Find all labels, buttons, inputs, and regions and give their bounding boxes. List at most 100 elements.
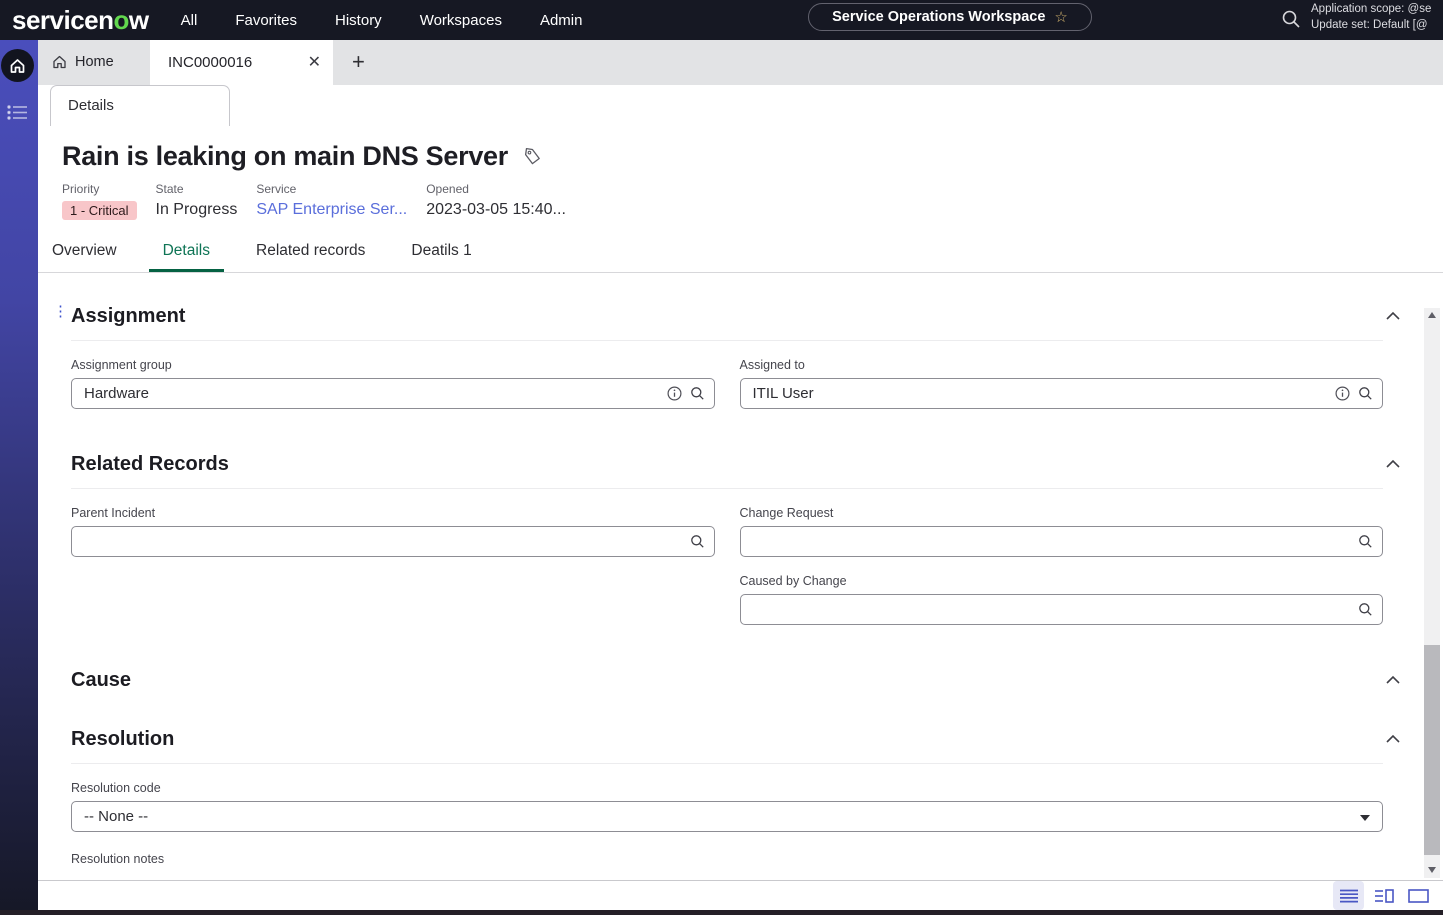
collapse-chevron-icon[interactable] <box>1385 734 1401 744</box>
nav-item-favorites[interactable]: Favorites <box>235 12 297 29</box>
collapse-chevron-icon[interactable] <box>1385 311 1401 321</box>
lookup-search-icon[interactable] <box>690 534 705 549</box>
scrollbar-thumb[interactable] <box>1424 645 1440 855</box>
list-menu-icon <box>7 104 29 121</box>
servicenow-logo[interactable]: servicenow <box>12 5 149 36</box>
parent-incident-input[interactable] <box>71 526 715 557</box>
resolution-code-value: -- None -- <box>84 808 148 825</box>
tab-record-label: INC0000016 <box>168 54 252 71</box>
assignment-group-label: Assignment group <box>71 358 715 372</box>
record-meta: Priority 1 - Critical State In Progress … <box>38 172 1443 220</box>
scroll-up-icon[interactable] <box>1424 308 1440 323</box>
tab-home-label: Home <box>75 54 114 70</box>
collapse-chevron-icon[interactable] <box>1385 459 1401 469</box>
service-link[interactable]: SAP Enterprise Ser... <box>256 201 407 219</box>
caused-by-change-input[interactable] <box>740 594 1384 625</box>
opened-value: 2023-03-05 15:40... <box>426 201 566 219</box>
section-related-records: Related Records Parent Incident <box>71 453 1383 625</box>
assigned-to-input[interactable] <box>740 378 1384 409</box>
info-icon[interactable] <box>1335 386 1350 401</box>
nav-item-history[interactable]: History <box>335 12 382 29</box>
workspace-tab-strip: Home INC0000016 ✕ + <box>38 40 1443 85</box>
state-value: In Progress <box>156 201 238 219</box>
record-tabs: Overview Details Related records Deatils… <box>38 234 1443 273</box>
record-form: ⋮ Assignment Assignment group <box>38 285 1443 880</box>
view-switcher-footer <box>38 880 1443 910</box>
meta-service: Service SAP Enterprise Ser... <box>256 182 407 220</box>
field-parent-incident: Parent Incident <box>71 506 715 557</box>
tag-icon[interactable] <box>523 147 542 166</box>
lookup-search-icon[interactable] <box>1358 534 1373 549</box>
section-resolution-title: Resolution <box>71 728 174 751</box>
resolution-code-label: Resolution code <box>71 781 1383 795</box>
nav-item-workspaces[interactable]: Workspaces <box>420 12 502 29</box>
subtab-details[interactable]: Details <box>50 85 230 126</box>
left-sidebar <box>0 40 38 910</box>
bottom-bar <box>0 910 1443 915</box>
record-tab-deatils-1[interactable]: Deatils 1 <box>397 234 485 272</box>
favorite-star-icon[interactable]: ☆ <box>1054 10 1067 25</box>
drag-handle-icon[interactable]: ⋮ <box>53 308 59 316</box>
list-view-button[interactable] <box>1333 881 1364 910</box>
split-view-icon <box>1374 889 1394 903</box>
workspace-pill-label: Service Operations Workspace <box>832 9 1045 25</box>
field-assignment-group: Assignment group <box>71 358 715 409</box>
lookup-search-icon[interactable] <box>690 386 705 401</box>
nav-item-all[interactable]: All <box>181 12 198 29</box>
global-search-icon[interactable] <box>1280 8 1302 30</box>
main-area: Home INC0000016 ✕ + Details Rain is leak… <box>38 40 1443 910</box>
record-subtab-row: Details <box>38 85 1443 126</box>
dropdown-caret-icon <box>1360 815 1370 821</box>
field-change-request: Change Request <box>740 506 1384 557</box>
record-tab-overview[interactable]: Overview <box>38 234 131 272</box>
tab-incident-record[interactable]: INC0000016 ✕ <box>150 40 333 85</box>
record-title: Rain is leaking on main DNS Server <box>62 141 508 172</box>
section-divider <box>71 763 1383 764</box>
field-caused-by-change: Caused by Change <box>740 574 1384 625</box>
scope-indicator: Application scope: @se Update set: Defau… <box>1311 2 1443 33</box>
meta-opened: Opened 2023-03-05 15:40... <box>426 182 566 220</box>
assignment-group-input[interactable] <box>71 378 715 409</box>
assigned-to-label: Assigned to <box>740 358 1384 372</box>
meta-priority-label: Priority <box>62 182 137 196</box>
form-scrollbar[interactable] <box>1424 308 1440 878</box>
resolution-code-select[interactable]: -- None -- <box>71 801 1383 832</box>
meta-state-label: State <box>156 182 238 196</box>
workspace-pill[interactable]: Service Operations Workspace ☆ <box>808 3 1092 31</box>
parent-incident-label: Parent Incident <box>71 506 715 520</box>
lookup-search-icon[interactable] <box>1358 386 1373 401</box>
list-view-icon <box>1339 889 1359 903</box>
full-view-button[interactable] <box>1403 881 1434 910</box>
tab-home[interactable]: Home <box>38 40 150 85</box>
record-tab-related-records[interactable]: Related records <box>242 234 379 272</box>
sidebar-home-button[interactable] <box>1 49 34 82</box>
collapse-chevron-icon[interactable] <box>1385 675 1401 685</box>
top-nav-menu: All Favorites History Workspaces Admin <box>181 12 583 29</box>
full-view-icon <box>1408 889 1429 903</box>
section-cause-title: Cause <box>71 669 131 692</box>
meta-opened-label: Opened <box>426 182 566 196</box>
home-icon <box>9 58 26 74</box>
update-set-text: Update set: Default [@ <box>1311 18 1443 34</box>
scroll-down-icon[interactable] <box>1424 863 1440 878</box>
field-assigned-to: Assigned to <box>740 358 1384 409</box>
change-request-input[interactable] <box>740 526 1384 557</box>
record-header: Rain is leaking on main DNS Server Prior… <box>38 126 1443 285</box>
split-view-button[interactable] <box>1368 881 1399 910</box>
section-assignment: ⋮ Assignment Assignment group <box>71 305 1383 409</box>
logo-text: servicen <box>12 5 114 35</box>
home-icon <box>52 55 67 69</box>
record-tab-details[interactable]: Details <box>149 234 224 272</box>
new-tab-button[interactable]: + <box>352 49 365 75</box>
meta-state: State In Progress <box>156 182 238 220</box>
logo-text-end: w <box>129 5 149 35</box>
field-resolution-code: Resolution code -- None -- <box>71 781 1383 832</box>
change-request-label: Change Request <box>740 506 1384 520</box>
nav-item-admin[interactable]: Admin <box>540 12 583 29</box>
info-icon[interactable] <box>667 386 682 401</box>
section-resolution: Resolution Resolution code -- None -- Re… <box>71 728 1383 866</box>
subtab-details-label: Details <box>68 97 114 114</box>
lookup-search-icon[interactable] <box>1358 602 1373 617</box>
close-tab-icon[interactable]: ✕ <box>308 52 321 72</box>
sidebar-menu-button[interactable] <box>7 104 38 121</box>
